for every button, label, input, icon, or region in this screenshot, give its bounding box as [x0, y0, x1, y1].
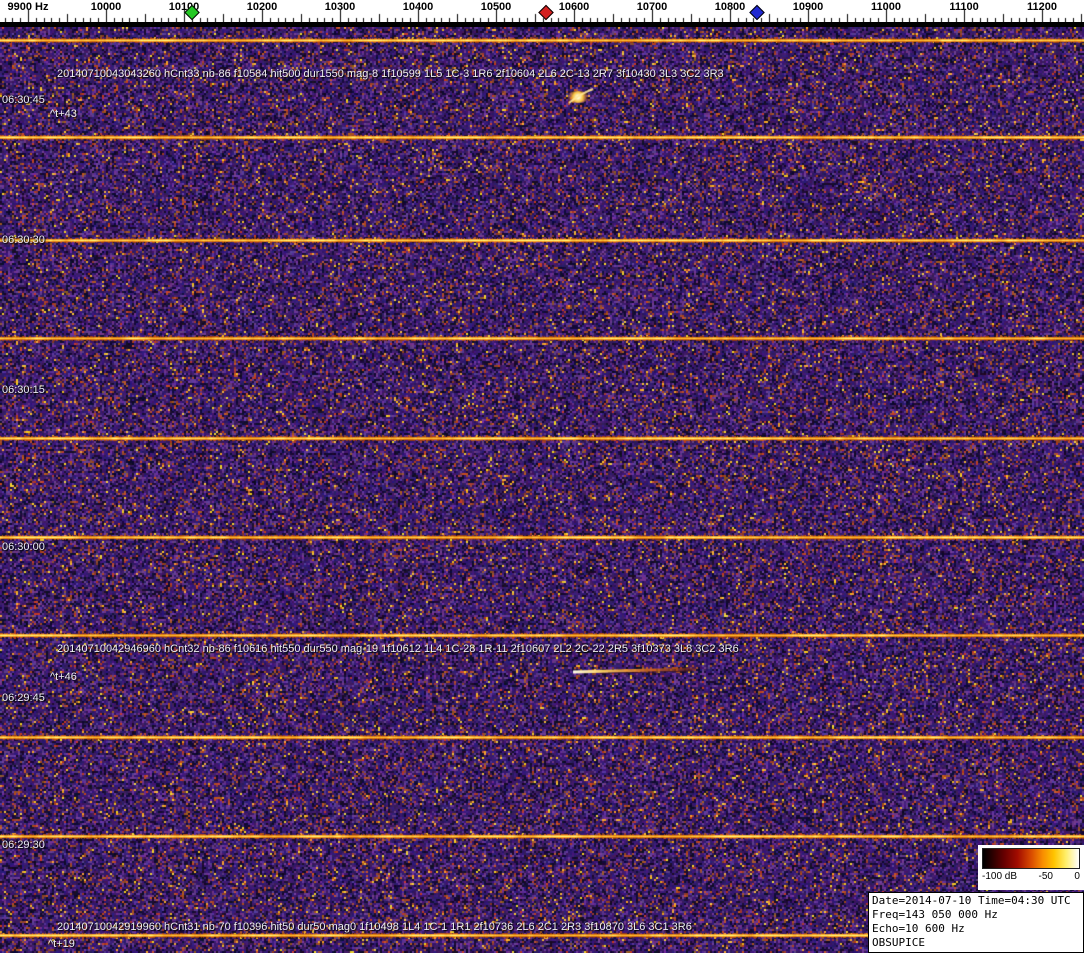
ruler-frequency-label: 11000	[871, 1, 901, 13]
detection-annotation: 20140710043043260 hCnt33 nb-86 f10584 hi…	[57, 68, 724, 80]
legend-min-label: -100 dB	[982, 871, 1017, 882]
legend-max-label: 0	[1074, 871, 1080, 882]
info-date-time: Date=2014-07-10 Time=04:30 UTC	[872, 894, 1080, 908]
info-echo-frequency: Echo=10 600 Hz	[872, 922, 1080, 936]
detection-annotation: 20140710042919960 hCnt31 nb-70 f10396 hi…	[57, 921, 692, 933]
time-label: 06:30:00	[2, 541, 45, 553]
detection-annotation: 20140710042946960 hCnt32 nb-86 f10616 hi…	[57, 643, 739, 655]
frequency-ruler: 9900 Hz 10000 10100 10200 10300 10400 10500 106…	[0, 0, 1084, 27]
detection-time-tag: ^t+19	[48, 938, 75, 950]
ruler-frequency-label: 10800	[715, 1, 746, 13]
ruler-frequency-label: 10000	[91, 1, 122, 13]
color-scale-labels: -100 dB -50 0	[982, 871, 1080, 882]
color-scale-legend: -100 dB -50 0	[978, 845, 1084, 890]
observation-info-box: Date=2014-07-10 Time=04:30 UTC Freq=143 …	[868, 892, 1084, 953]
ruler-frequency-label: 9900 Hz	[8, 1, 49, 13]
ruler-frequency-label: 10600	[559, 1, 590, 13]
ruler-frequency-label: 10700	[637, 1, 668, 13]
meteor-spectrogram-app: 9900 Hz 10000 10100 10200 10300 10400 10500 106…	[0, 0, 1084, 953]
ruler-frequency-label: 11200	[1027, 1, 1057, 13]
detection-time-tag: ^t+43	[50, 108, 77, 120]
ruler-frequency-label: 10500	[481, 1, 512, 13]
time-label: 06:29:30	[2, 839, 45, 851]
time-label: 06:29:45	[2, 692, 45, 704]
legend-mid-label: -50	[1039, 871, 1053, 882]
ruler-frequency-label: 11100	[949, 1, 978, 13]
ruler-frequency-label: 10400	[403, 1, 434, 13]
color-scale-gradient	[982, 848, 1080, 869]
spectrogram-canvas	[0, 27, 1084, 953]
time-label: 06:30:30	[2, 234, 45, 246]
ruler-frequency-label: 10900	[793, 1, 824, 13]
ruler-frequency-label: 10200	[247, 1, 278, 13]
detection-time-tag: ^t+46	[50, 671, 77, 683]
time-label: 06:30:45	[2, 94, 45, 106]
time-label: 06:30:15	[2, 384, 45, 396]
ruler-frequency-label: 10300	[325, 1, 356, 13]
info-frequency: Freq=143 050 000 Hz	[872, 908, 1080, 922]
info-station-name: OBSUPICE	[872, 936, 1080, 950]
